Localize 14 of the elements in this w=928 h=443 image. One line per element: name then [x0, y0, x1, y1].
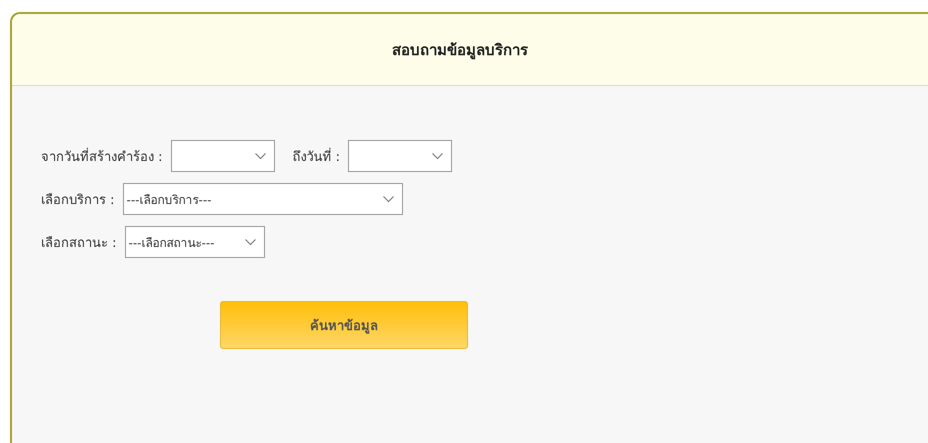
dropdown-field[interactable]: ---เลือกบริการ---: [122, 183, 403, 215]
chevron-down-icon: [382, 196, 394, 202]
dropdown-field[interactable]: [348, 140, 452, 172]
dropdown-field[interactable]: ---เลือกสถานะ---: [124, 226, 265, 258]
search-button[interactable]: ค้นหาข้อมูล: [220, 301, 468, 349]
panel-title: สอบถามข้อมูลบริการ: [392, 40, 528, 62]
field-label: จากวันที่สร้างคำร้อง :: [41, 146, 163, 166]
field-label: เลือกสถานะ :: [41, 234, 117, 252]
chevron-down-icon: [244, 238, 256, 246]
field-label: ถึงวันที่ :: [292, 146, 340, 166]
field-label: เลือกบริการ :: [41, 192, 115, 210]
dropdown-field[interactable]: [170, 140, 275, 172]
chevron-down-icon: [254, 152, 266, 160]
chevron-down-icon: [432, 152, 444, 160]
